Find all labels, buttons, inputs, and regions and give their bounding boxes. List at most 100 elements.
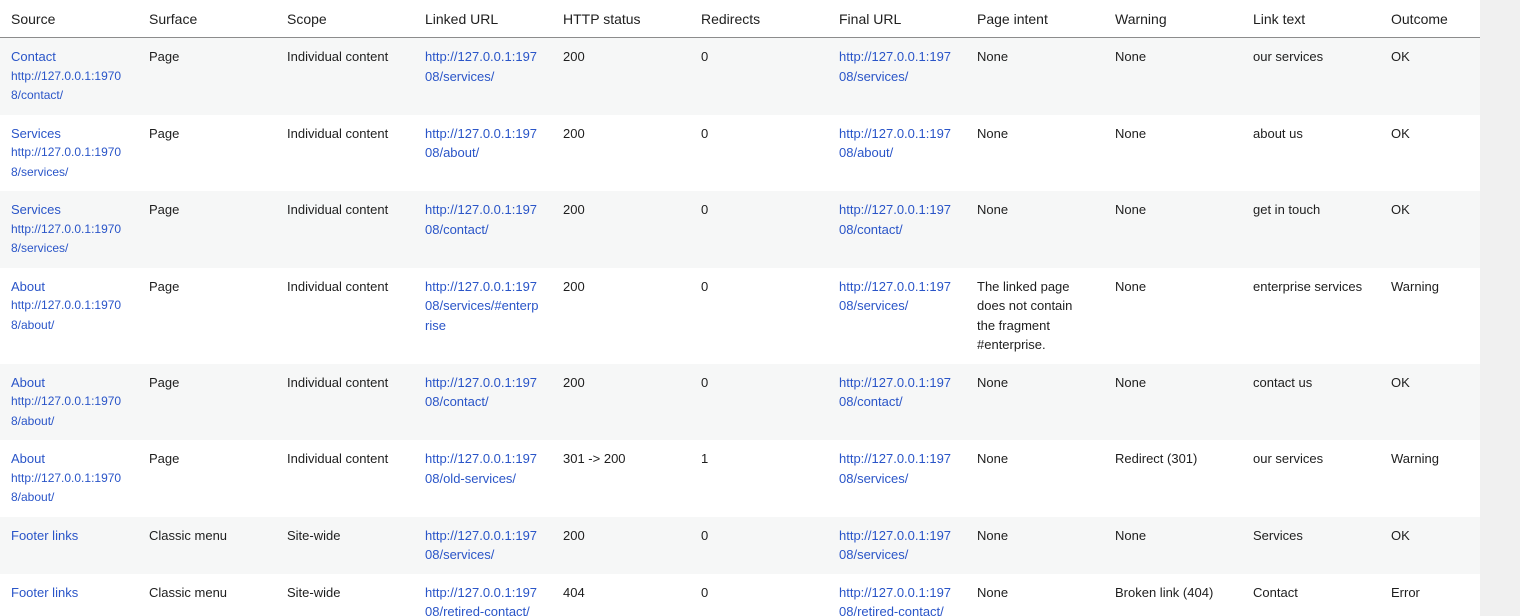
scope-cell: Individual content: [276, 440, 414, 517]
redirects-cell: 0: [690, 267, 828, 364]
link-text-cell: Services: [1242, 516, 1380, 574]
source-url-link[interactable]: http://127.0.0.1:19708/about/: [11, 392, 127, 431]
scope-cell: Individual content: [276, 37, 414, 115]
redirects-cell: 0: [690, 363, 828, 440]
source-title-link[interactable]: Footer links: [11, 526, 127, 546]
final-url-link[interactable]: http://127.0.0.1:19708/services/: [839, 49, 951, 84]
page-intent-cell: None: [966, 114, 1104, 191]
page-intent-cell: None: [966, 573, 1104, 616]
http-status-cell: 301 -> 200: [552, 440, 690, 517]
column-header-redirects[interactable]: Redirects: [690, 0, 828, 38]
scope-cell: Individual content: [276, 267, 414, 364]
final-url-cell: http://127.0.0.1:19708/services/: [828, 516, 966, 574]
source-title-link[interactable]: Services: [11, 200, 127, 220]
source-title-link[interactable]: About: [11, 449, 127, 469]
outcome-cell: OK: [1380, 191, 1480, 268]
column-header-scope[interactable]: Scope: [276, 0, 414, 38]
warning-cell: None: [1104, 267, 1242, 364]
final-url-cell: http://127.0.0.1:19708/services/: [828, 267, 966, 364]
table-row: Services http://127.0.0.1:19708/services…: [0, 114, 1480, 191]
final-url-link[interactable]: http://127.0.0.1:19708/services/: [839, 279, 951, 314]
link-report-panel: Source Surface Scope Linked URL HTTP sta…: [0, 0, 1480, 616]
final-url-cell: http://127.0.0.1:19708/retired-contact/: [828, 573, 966, 616]
source-url-link[interactable]: http://127.0.0.1:19708/services/: [11, 220, 127, 259]
source-url-link[interactable]: http://127.0.0.1:19708/about/: [11, 296, 127, 335]
source-cell: About http://127.0.0.1:19708/about/: [0, 440, 138, 517]
final-url-link[interactable]: http://127.0.0.1:19708/contact/: [839, 202, 951, 237]
surface-cell: Page: [138, 191, 276, 268]
column-header-link-text[interactable]: Link text: [1242, 0, 1380, 38]
final-url-link[interactable]: http://127.0.0.1:19708/contact/: [839, 375, 951, 410]
outcome-cell: OK: [1380, 37, 1480, 115]
column-header-page-intent[interactable]: Page intent: [966, 0, 1104, 38]
source-url-link[interactable]: http://127.0.0.1:19708/contact/: [11, 67, 127, 106]
source-title-link[interactable]: About: [11, 277, 127, 297]
surface-cell: Page: [138, 114, 276, 191]
warning-cell: Redirect (301): [1104, 440, 1242, 517]
page-intent-cell: None: [966, 37, 1104, 115]
column-header-outcome[interactable]: Outcome: [1380, 0, 1480, 38]
source-url-link[interactable]: http://127.0.0.1:19708/about/: [11, 469, 127, 508]
warning-cell: None: [1104, 191, 1242, 268]
link-text-cell: contact us: [1242, 363, 1380, 440]
link-text-cell: get in touch: [1242, 191, 1380, 268]
column-header-source[interactable]: Source: [0, 0, 138, 38]
final-url-cell: http://127.0.0.1:19708/contact/: [828, 363, 966, 440]
redirects-cell: 0: [690, 516, 828, 574]
source-title-link[interactable]: Services: [11, 124, 127, 144]
linked-url-link[interactable]: http://127.0.0.1:19708/services/#enterpr…: [425, 279, 538, 333]
page-intent-cell: None: [966, 516, 1104, 574]
source-title-link[interactable]: About: [11, 373, 127, 393]
final-url-link[interactable]: http://127.0.0.1:19708/retired-contact/: [839, 585, 951, 616]
linked-url-link[interactable]: http://127.0.0.1:19708/services/: [425, 528, 537, 563]
column-header-linked-url[interactable]: Linked URL: [414, 0, 552, 38]
source-cell: About http://127.0.0.1:19708/about/: [0, 363, 138, 440]
linked-url-link[interactable]: http://127.0.0.1:19708/old-services/: [425, 451, 537, 486]
column-header-warning[interactable]: Warning: [1104, 0, 1242, 38]
warning-cell: None: [1104, 114, 1242, 191]
table-row: About http://127.0.0.1:19708/about/ Page…: [0, 440, 1480, 517]
warning-cell: None: [1104, 37, 1242, 115]
linked-url-cell: http://127.0.0.1:19708/contact/: [414, 363, 552, 440]
http-status-cell: 200: [552, 267, 690, 364]
final-url-link[interactable]: http://127.0.0.1:19708/services/: [839, 528, 951, 563]
final-url-link[interactable]: http://127.0.0.1:19708/services/: [839, 451, 951, 486]
final-url-link[interactable]: http://127.0.0.1:19708/about/: [839, 126, 951, 161]
surface-cell: Classic menu: [138, 516, 276, 574]
link-report-table: Source Surface Scope Linked URL HTTP sta…: [0, 0, 1480, 616]
source-title-link[interactable]: Footer links: [11, 583, 127, 603]
source-cell: Services http://127.0.0.1:19708/services…: [0, 191, 138, 268]
linked-url-link[interactable]: http://127.0.0.1:19708/retired-contact/: [425, 585, 537, 616]
http-status-cell: 200: [552, 516, 690, 574]
linked-url-link[interactable]: http://127.0.0.1:19708/contact/: [425, 375, 537, 410]
surface-cell: Classic menu: [138, 573, 276, 616]
table-row: Footer links Classic menu Site-wide http…: [0, 573, 1480, 616]
linked-url-cell: http://127.0.0.1:19708/services/: [414, 37, 552, 115]
column-header-final-url[interactable]: Final URL: [828, 0, 966, 38]
outcome-cell: Warning: [1380, 267, 1480, 364]
outcome-cell: OK: [1380, 516, 1480, 574]
column-header-http-status[interactable]: HTTP status: [552, 0, 690, 38]
warning-cell: None: [1104, 363, 1242, 440]
source-cell: Contact http://127.0.0.1:19708/contact/: [0, 37, 138, 115]
column-header-surface[interactable]: Surface: [138, 0, 276, 38]
linked-url-cell: http://127.0.0.1:19708/contact/: [414, 191, 552, 268]
linked-url-link[interactable]: http://127.0.0.1:19708/about/: [425, 126, 537, 161]
scope-cell: Site-wide: [276, 516, 414, 574]
linked-url-link[interactable]: http://127.0.0.1:19708/services/: [425, 49, 537, 84]
page-intent-cell: None: [966, 363, 1104, 440]
redirects-cell: 0: [690, 114, 828, 191]
source-title-link[interactable]: Contact: [11, 47, 127, 67]
final-url-cell: http://127.0.0.1:19708/contact/: [828, 191, 966, 268]
table-row: About http://127.0.0.1:19708/about/ Page…: [0, 363, 1480, 440]
source-cell: Footer links: [0, 516, 138, 574]
source-url-link[interactable]: http://127.0.0.1:19708/services/: [11, 143, 127, 182]
link-text-cell: Contact: [1242, 573, 1380, 616]
http-status-cell: 404: [552, 573, 690, 616]
linked-url-link[interactable]: http://127.0.0.1:19708/contact/: [425, 202, 537, 237]
linked-url-cell: http://127.0.0.1:19708/retired-contact/: [414, 573, 552, 616]
outcome-cell: Warning: [1380, 440, 1480, 517]
table-body: Contact http://127.0.0.1:19708/contact/ …: [0, 37, 1480, 616]
final-url-cell: http://127.0.0.1:19708/services/: [828, 440, 966, 517]
redirects-cell: 0: [690, 191, 828, 268]
